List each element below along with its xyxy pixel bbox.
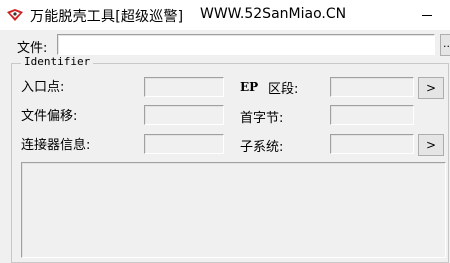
first-bytes-field[interactable] (330, 105, 414, 125)
file-label: 文件: (17, 41, 48, 56)
chevron-right-icon: > (425, 81, 437, 95)
output-text-area[interactable] (21, 162, 446, 258)
subsystem-field[interactable] (330, 134, 414, 154)
window-title: 万能脱壳工具[超级巡警] (30, 9, 184, 25)
title-bar: 万能脱壳工具[超级巡警] WWW.52SanMiao.CN (0, 0, 450, 30)
window-url: WWW.52SanMiao.CN (200, 6, 347, 22)
linker-info-label: 连接器信息: (21, 138, 91, 153)
identifier-group-legend: Identifier (21, 55, 94, 69)
file-offset-field[interactable] (144, 105, 224, 125)
minimize-icon (422, 14, 432, 16)
browse-button[interactable]: ... (440, 34, 450, 56)
section-details-button[interactable]: > (418, 77, 444, 99)
section-label: 区段: (268, 82, 299, 97)
app-logo-icon (7, 9, 23, 21)
file-offset-label: 文件偏移: (21, 109, 78, 124)
first-bytes-label: 首字节: (240, 111, 284, 126)
minimize-button[interactable] (404, 0, 450, 30)
entry-point-label: 入口点: (21, 80, 65, 95)
ep-label: EP (240, 80, 259, 94)
subsystem-details-button[interactable]: > (418, 134, 444, 156)
entry-point-field[interactable] (144, 77, 224, 97)
subsystem-label: 子系统: (240, 140, 284, 155)
chevron-right-icon: > (425, 138, 437, 152)
section-field[interactable] (330, 77, 414, 97)
linker-info-field[interactable] (144, 134, 224, 154)
file-path-field[interactable] (57, 34, 435, 55)
